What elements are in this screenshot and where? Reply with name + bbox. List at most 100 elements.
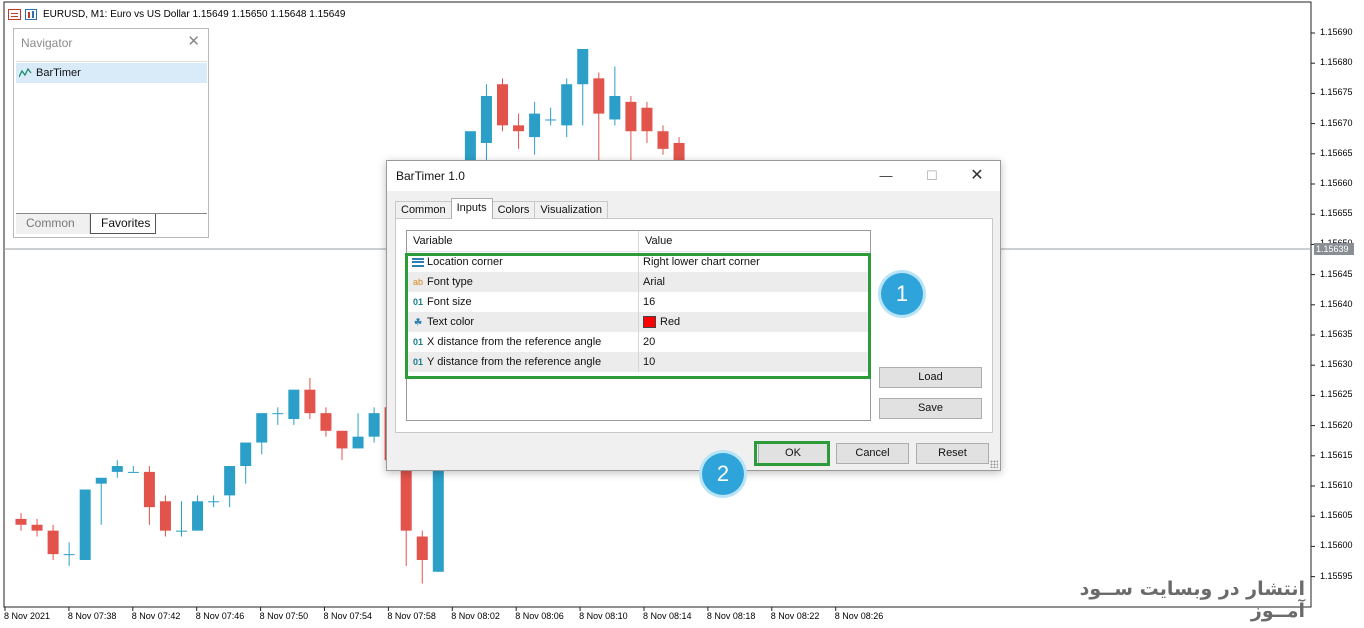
candle-body xyxy=(192,501,204,531)
navigator-item-bartimer[interactable]: BarTimer xyxy=(16,63,207,83)
inputs-highlight-box xyxy=(405,253,871,379)
time-tick-label: 8 Nov 07:38 xyxy=(67,611,117,621)
bartimer-dialog: BarTimer 1.0 — ☐ ✕ Common Inputs Colors … xyxy=(386,160,1001,471)
column-value[interactable]: Value xyxy=(639,231,870,251)
save-button[interactable]: Save xyxy=(879,398,982,419)
time-tick-label: 8 Nov 08:26 xyxy=(834,611,884,621)
candle-body xyxy=(272,413,284,415)
candle-body xyxy=(561,84,573,126)
resize-grip-icon[interactable] xyxy=(990,460,998,468)
tab-visualization[interactable]: Visualization xyxy=(534,201,608,219)
dialog-tabs: Common Inputs Colors Visualization xyxy=(395,198,608,219)
time-tick-label: 8 Nov 07:46 xyxy=(195,611,245,621)
tab-common[interactable]: Common xyxy=(16,214,90,234)
maximize-icon[interactable]: ☐ xyxy=(909,161,955,191)
minimize-icon[interactable]: — xyxy=(863,161,909,191)
candle-body xyxy=(143,471,155,508)
price-tick-label: 1.15605 xyxy=(1320,510,1353,521)
candle-body xyxy=(609,95,621,120)
time-tick-label: 8 Nov 08:10 xyxy=(579,611,628,621)
tab-colors[interactable]: Colors xyxy=(491,201,536,219)
candle-body xyxy=(352,436,364,449)
price-tick-label: 1.15625 xyxy=(1320,389,1353,400)
grid-header: Variable Value xyxy=(407,231,870,252)
time-tick-label: 8 Nov 07:42 xyxy=(131,611,181,621)
ok-highlight-box xyxy=(754,441,830,466)
column-variable[interactable]: Variable xyxy=(407,231,639,251)
navigator-tree: BarTimer xyxy=(16,61,207,215)
inputs-panel: Variable Value Location corner Right low… xyxy=(395,218,993,433)
time-tick-label: 8 Nov 08:14 xyxy=(643,611,692,621)
tab-favorites[interactable]: Favorites xyxy=(90,214,156,234)
candle-body xyxy=(513,125,525,132)
time-tick-label: 8 Nov 08:18 xyxy=(706,611,756,621)
navigator-panel: Navigator ✕ BarTimer Common Favorites xyxy=(13,28,209,238)
candle-body xyxy=(625,101,637,132)
price-tick-label: 1.15680 xyxy=(1320,57,1353,68)
step-badge-2: 2 xyxy=(702,453,744,495)
price-tick-label: 1.15630 xyxy=(1320,359,1353,370)
navigator-title: Navigator xyxy=(21,36,73,50)
watermark: انتشار در وبسایت ســود آمــوز xyxy=(1079,578,1305,622)
candle-body xyxy=(657,131,669,149)
candle-body xyxy=(63,554,75,556)
price-tick-label: 1.15600 xyxy=(1320,540,1353,551)
indicator-icon xyxy=(18,67,32,78)
candle-body xyxy=(31,524,43,531)
navigator-tabs: Common Favorites xyxy=(16,213,207,235)
candle-body xyxy=(304,389,316,414)
candle-body xyxy=(95,477,107,484)
chart-type-icon[interactable] xyxy=(25,8,37,20)
price-tick-label: 1.15655 xyxy=(1320,208,1353,219)
tab-inputs[interactable]: Inputs xyxy=(450,198,493,219)
price-tick-label: 1.15640 xyxy=(1320,298,1353,309)
time-tick-label: 8 Nov 08:22 xyxy=(770,611,820,621)
price-tick-label: 1.15670 xyxy=(1320,117,1353,128)
candle-body xyxy=(240,442,252,467)
candle-body xyxy=(545,119,557,121)
chart-menu-icon[interactable] xyxy=(8,8,21,20)
dialog-titlebar[interactable]: BarTimer 1.0 — ☐ ✕ xyxy=(387,161,1000,191)
price-tick-label: 1.15665 xyxy=(1320,147,1353,158)
dialog-title: BarTimer 1.0 xyxy=(396,169,465,183)
reset-button[interactable]: Reset xyxy=(916,443,989,464)
candle-body xyxy=(15,518,27,525)
time-tick-label: 8 Nov 07:54 xyxy=(323,611,373,621)
current-price-label: 1.15639 xyxy=(1314,243,1354,255)
time-tick-label: 8 Nov 08:02 xyxy=(451,611,500,621)
time-tick-label: 8 Nov 07:58 xyxy=(387,611,436,621)
candle-body xyxy=(224,466,236,496)
navigator-header: Navigator ✕ xyxy=(14,29,208,57)
price-tick-label: 1.15610 xyxy=(1320,480,1353,490)
price-tick-label: 1.15660 xyxy=(1320,178,1353,188)
candle-body xyxy=(497,84,508,126)
chart-title-bar: EURUSD, M1: Euro vs US Dollar 1.15649 1.… xyxy=(8,7,345,21)
price-tick-label: 1.15620 xyxy=(1320,419,1353,430)
candle-body xyxy=(416,536,428,561)
time-tick-label: 8 Nov 2021 xyxy=(4,611,51,621)
candle-body xyxy=(368,413,380,437)
close-icon[interactable]: ✕ xyxy=(187,34,200,49)
price-tick-label: 1.15675 xyxy=(1320,87,1353,98)
candle-body xyxy=(176,530,187,532)
candle-body xyxy=(593,78,605,114)
price-tick-label: 1.15595 xyxy=(1320,570,1353,581)
price-tick-label: 1.15615 xyxy=(1320,449,1353,460)
load-button[interactable]: Load xyxy=(879,367,982,388)
candle-body xyxy=(529,113,541,138)
candle-body xyxy=(208,501,220,503)
candle-body xyxy=(256,413,268,443)
price-tick-label: 1.15635 xyxy=(1320,329,1353,339)
tab-common[interactable]: Common xyxy=(395,201,452,219)
candle-body xyxy=(480,95,492,143)
close-icon[interactable]: ✕ xyxy=(954,161,1000,191)
cancel-button[interactable]: Cancel xyxy=(836,443,909,464)
navigator-item-label: BarTimer xyxy=(36,67,81,79)
candle-body xyxy=(288,389,300,420)
candle-body xyxy=(320,413,332,431)
candle-body xyxy=(641,107,653,132)
candle-body xyxy=(159,501,171,531)
candle-body xyxy=(577,48,589,85)
candle-body xyxy=(432,460,444,572)
candle-body xyxy=(111,466,123,472)
